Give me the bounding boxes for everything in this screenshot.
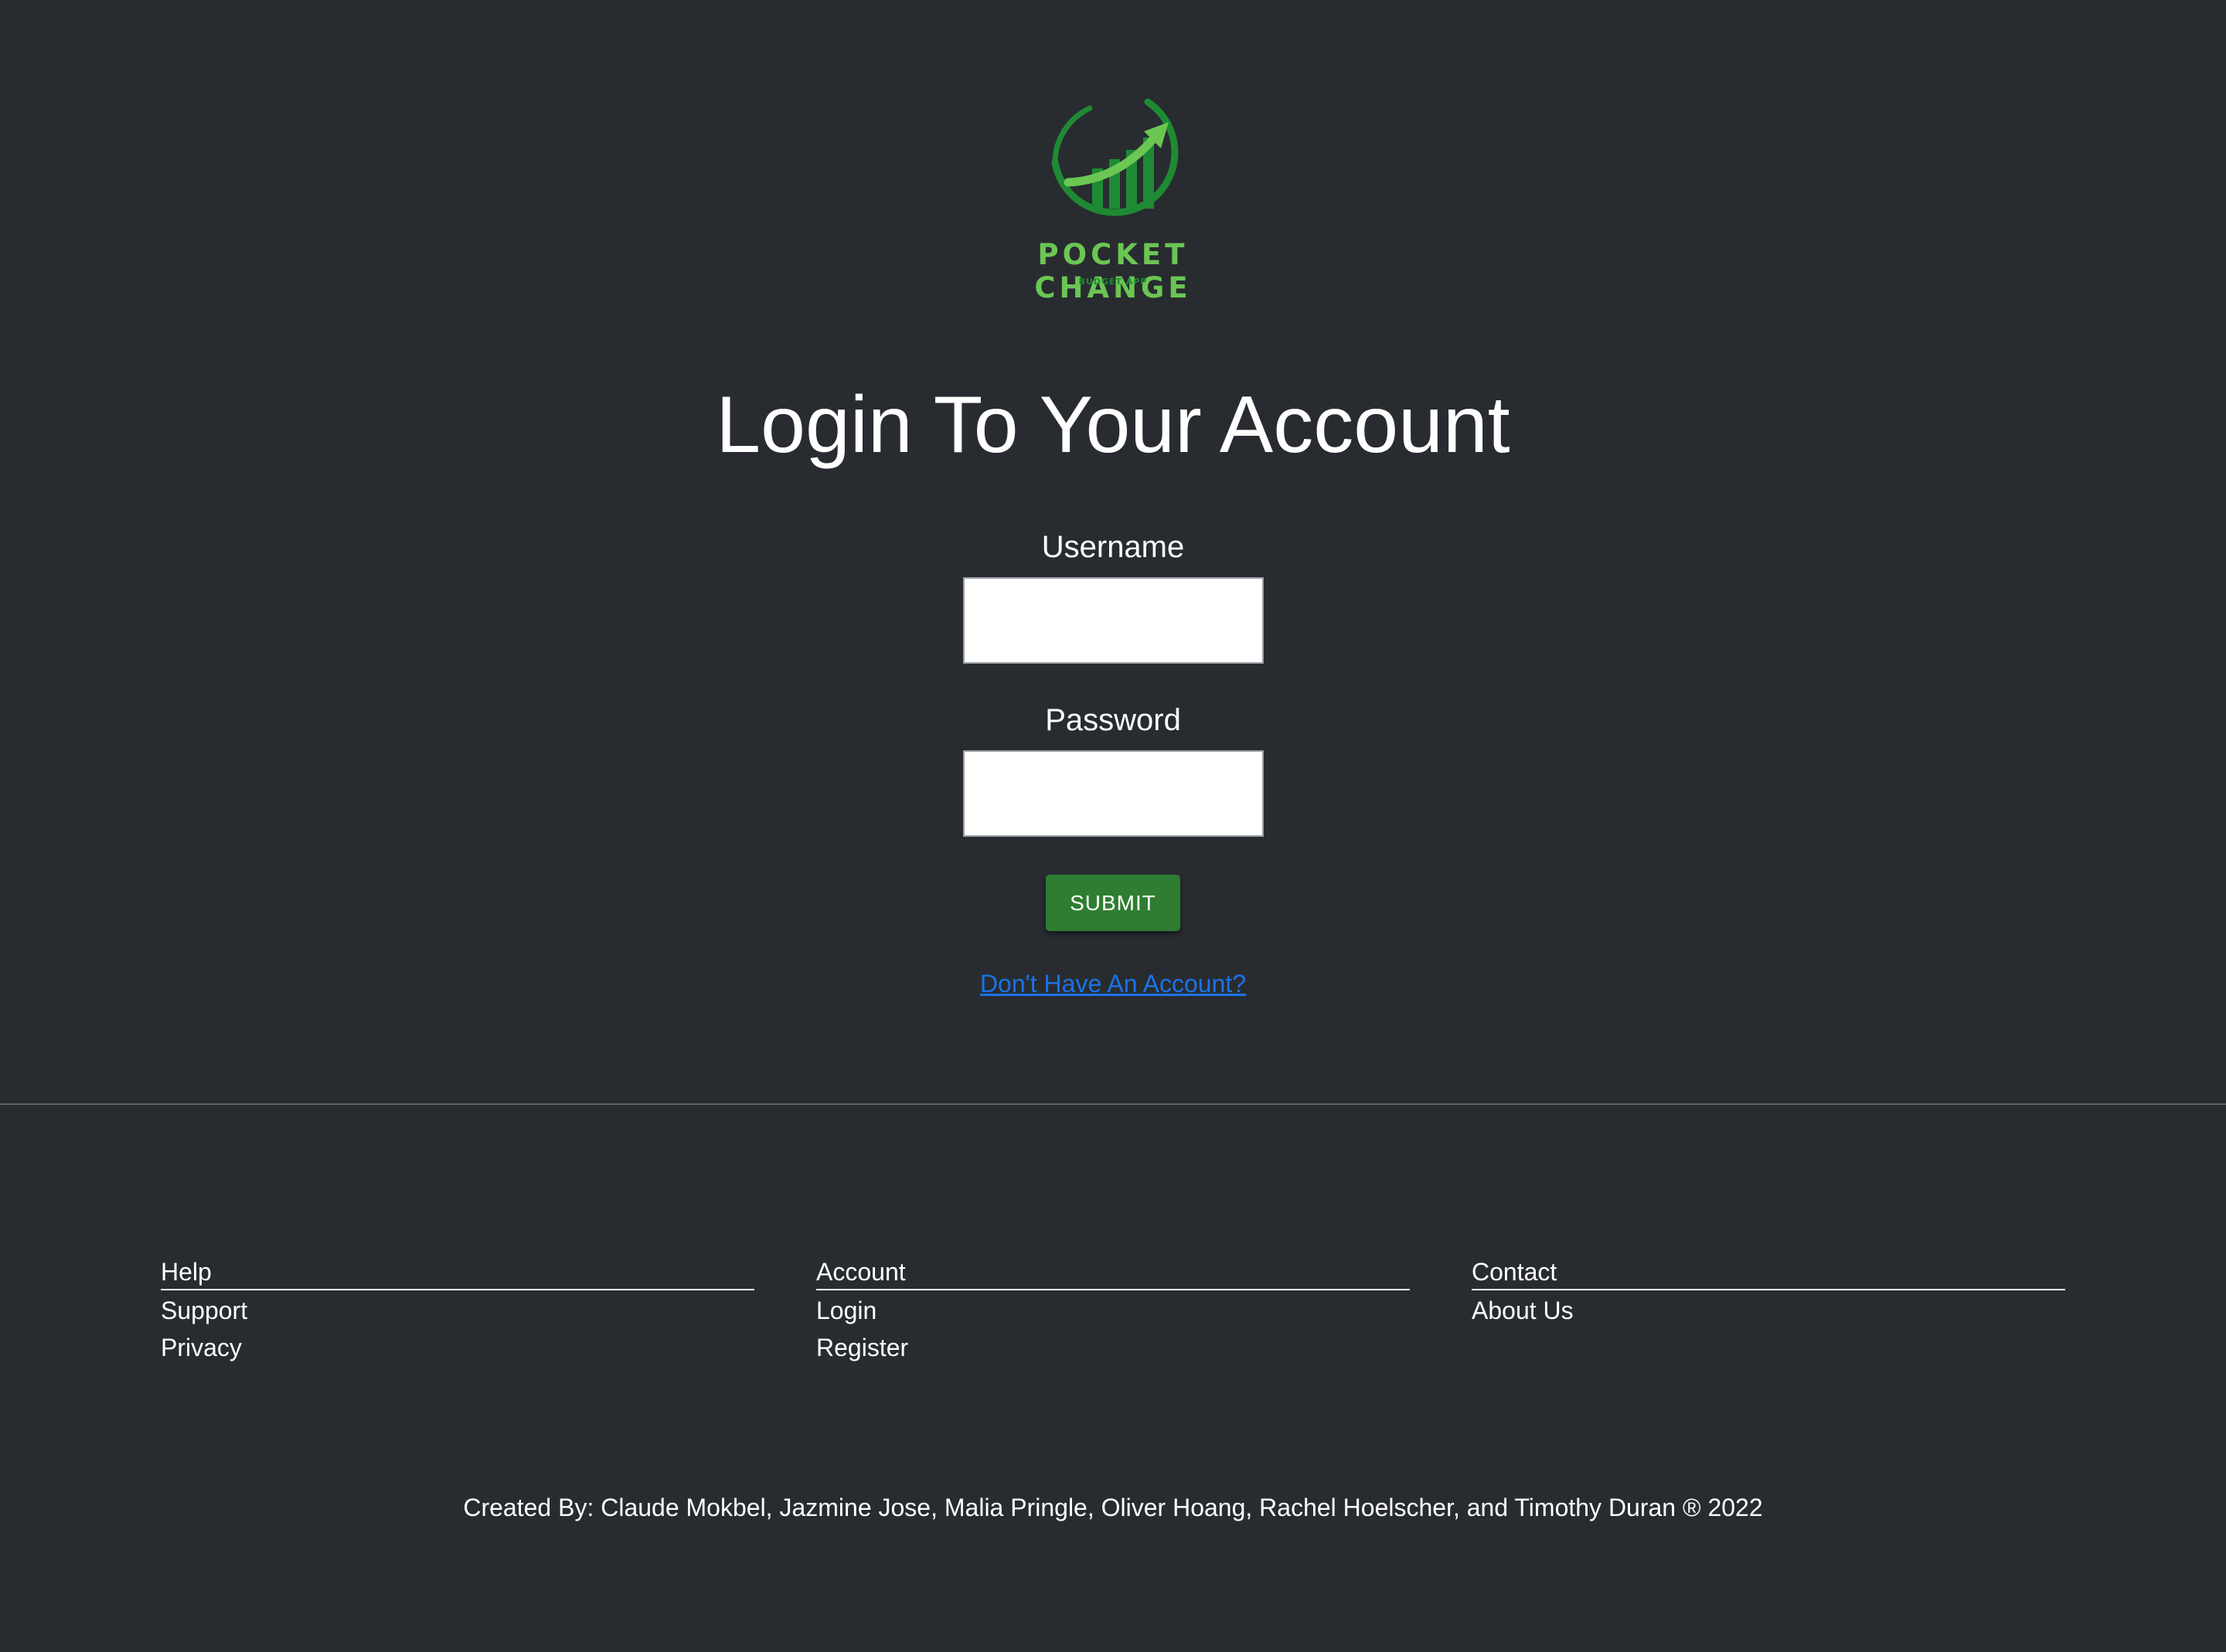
footer-heading-help: Help (161, 1256, 754, 1290)
brand-logo[interactable]: POCKET CHANGE BUDGET APP (958, 91, 1268, 304)
page-title: Login To Your Account (716, 380, 1510, 470)
brand-name: POCKET CHANGE (1034, 238, 1192, 304)
footer-column-help: Help Support Privacy (161, 1256, 754, 1366)
footer-link-login[interactable]: Login (816, 1292, 1410, 1329)
password-label: Password (1045, 703, 1181, 737)
footer-divider (0, 1103, 2226, 1105)
footer-link-privacy[interactable]: Privacy (161, 1329, 754, 1366)
username-label: Username (1041, 530, 1185, 564)
footer-heading-contact: Contact (1472, 1256, 2065, 1290)
footer-column-account: Account Login Register (816, 1256, 1410, 1366)
footer-column-contact: Contact About Us (1472, 1256, 2065, 1329)
footer-link-register[interactable]: Register (816, 1329, 1410, 1366)
password-input[interactable] (963, 750, 1264, 837)
footer-heading-account: Account (816, 1256, 1410, 1290)
login-page: POCKET CHANGE BUDGET APP Login To Your A… (0, 0, 2226, 1652)
brand-tagline: BUDGET APP (1078, 277, 1148, 287)
footer-credits: Created By: Claude Mokbel, Jazmine Jose,… (463, 1494, 1763, 1521)
footer-link-support[interactable]: Support (161, 1292, 754, 1329)
register-link[interactable]: Don't Have An Account? (980, 970, 1246, 998)
username-input[interactable] (963, 577, 1264, 664)
submit-button[interactable]: SUBMIT (1046, 875, 1180, 931)
logo-chart-icon (1051, 98, 1179, 216)
register-link-container: Don't Have An Account? (0, 971, 2226, 996)
footer-link-about-us[interactable]: About Us (1472, 1292, 2065, 1329)
